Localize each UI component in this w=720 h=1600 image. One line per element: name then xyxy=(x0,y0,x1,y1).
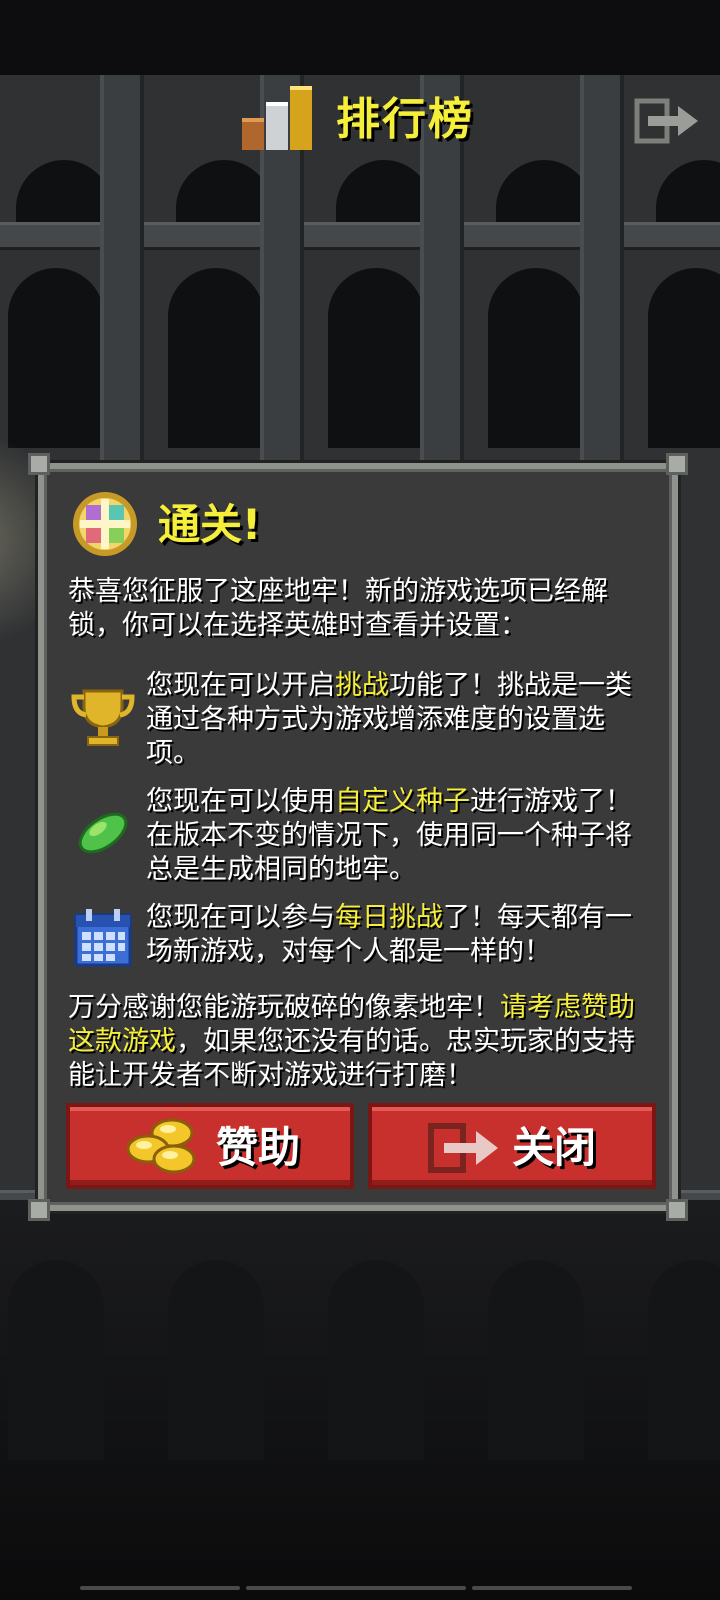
donate-button[interactable]: 赞助 xyxy=(66,1103,354,1189)
amulet-icon xyxy=(70,489,140,559)
leaderboard-icon xyxy=(242,86,318,150)
seed-icon xyxy=(68,797,138,867)
page-title: 排行榜 xyxy=(336,94,474,145)
calendar-icon xyxy=(68,905,138,975)
daily-challenge-highlight: 每日挑战 xyxy=(335,902,443,933)
close-button[interactable]: 关闭 xyxy=(368,1103,656,1189)
exit-icon xyxy=(428,1123,498,1173)
exit-button[interactable] xyxy=(634,98,702,144)
custom-seed-highlight: 自定义种子 xyxy=(335,786,470,817)
donate-label: 赞助 xyxy=(216,1123,301,1172)
gold-coins-icon xyxy=(126,1118,196,1174)
close-label: 关闭 xyxy=(512,1123,597,1172)
system-nav-bar xyxy=(80,1586,640,1590)
thanks-text: 万分感谢您能游玩破碎的像素地牢！请考虑赞助这款游戏，如果您还没有的话。忠实玩家的… xyxy=(68,992,635,1091)
game-completed-dialog: 通关! 恭喜您征服了这座地牢！新的游戏选项已经解锁，你可以在选择英雄时查看并设置… xyxy=(28,453,688,1221)
exit-icon xyxy=(634,98,698,144)
challenges-highlight: 挑战 xyxy=(335,670,389,701)
trophy-icon xyxy=(68,683,138,753)
intro-text: 恭喜您征服了这座地牢！新的游戏选项已经解锁，你可以在选择英雄时查看并设置： xyxy=(68,576,608,641)
header: 排行榜 xyxy=(0,80,720,170)
dialog-title: 通关! xyxy=(158,500,262,549)
